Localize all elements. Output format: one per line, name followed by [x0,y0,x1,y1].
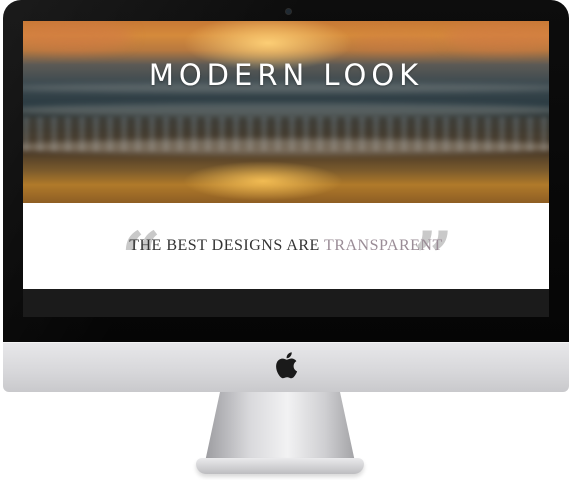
monitor-stand [205,392,355,462]
sun-reflection [183,161,343,201]
sky-cloud [353,33,443,51]
apple-logo-icon [276,352,298,379]
monitor-base [196,458,364,474]
open-quote-icon: “ [121,216,162,299]
tagline-main: THE BEST DESIGNS ARE [129,237,325,254]
hero-title: MODERN LOOK [148,58,424,92]
camera-icon [286,9,291,14]
footer-bar [23,289,549,317]
wave-line [23,139,549,155]
screen: MODERN LOOK “ ” THE BEST DESIGNS ARE TRA… [23,21,549,317]
wave-line [23,103,549,117]
tagline: THE BEST DESIGNS ARE TRANSPARENT [23,237,549,255]
hero-banner: MODERN LOOK [23,21,549,203]
sky-cloud [23,21,133,51]
tagline-accent: TRANSPARENT [324,237,443,254]
sky-cloud [443,23,549,51]
tagline-panel: “ ” THE BEST DESIGNS ARE TRANSPARENT [23,203,549,293]
close-quote-icon: ” [413,216,454,299]
